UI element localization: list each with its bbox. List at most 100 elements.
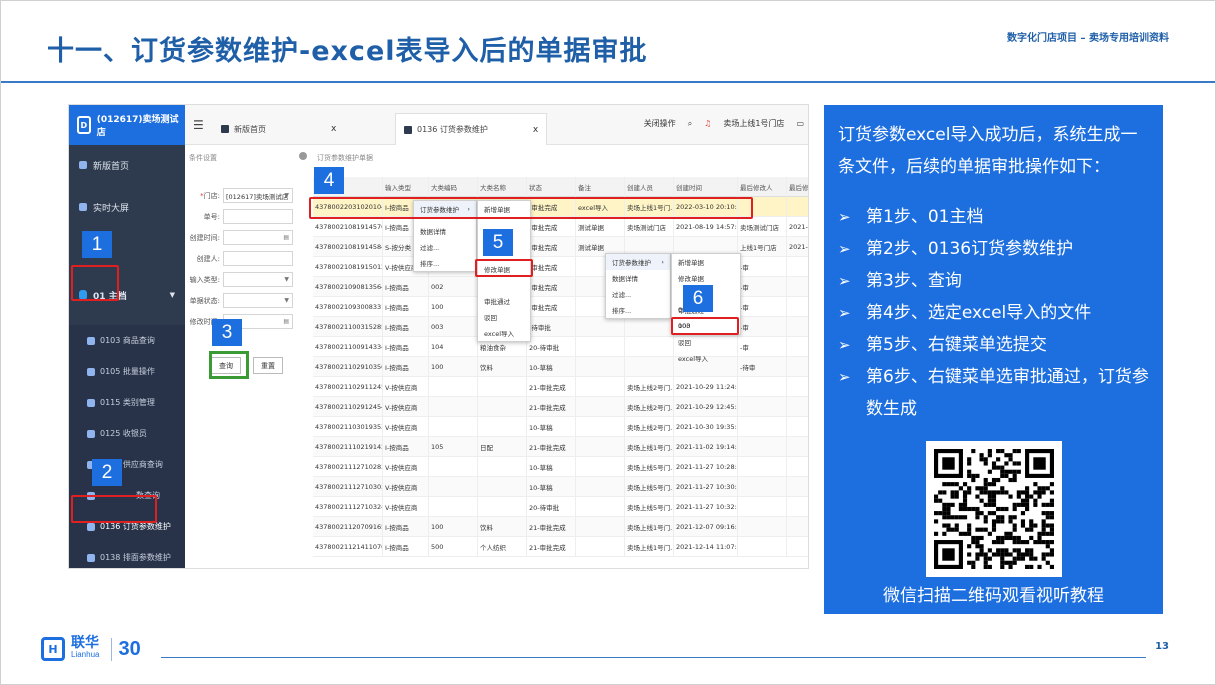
tab-0136[interactable]: 0136 订货参数维护 x bbox=[395, 113, 548, 145]
column-header[interactable]: 大类编码 bbox=[429, 177, 478, 197]
qr-module bbox=[996, 477, 1001, 483]
table-cell: V-按供应商 bbox=[383, 397, 429, 417]
table-row[interactable]: 437800211207091651 I-按商品 100 饮料 21-审批完成 卖场上线1… bbox=[313, 517, 808, 537]
sidebar-item-home[interactable]: 新版首页 bbox=[69, 147, 185, 183]
submenu-reject[interactable]: 驳回 bbox=[672, 334, 740, 350]
qr-module bbox=[996, 465, 1001, 470]
table-row[interactable]: 437800211102191423 I-按商品 105 日配 21-审批完成 卖场上线1… bbox=[313, 437, 808, 457]
hamburger-icon[interactable]: ☰ bbox=[193, 118, 204, 132]
sidebar-subitem-0115[interactable]: 0115 类别管理 bbox=[69, 387, 185, 418]
table-row[interactable]: 437800211127103037 V-按供应商 10-草稿 卖场上线5号门... 2… bbox=[313, 477, 808, 497]
qr-module bbox=[1033, 556, 1038, 561]
sidebar-item-dashboard[interactable]: 实时大屏 bbox=[69, 189, 185, 225]
bell-icon[interactable]: ♫ bbox=[704, 119, 711, 128]
sidebar-subitem-0105[interactable]: 0105 批量操作 bbox=[69, 356, 185, 387]
qr-module bbox=[954, 490, 959, 495]
qr-module bbox=[1041, 540, 1046, 545]
creator-input[interactable] bbox=[223, 251, 293, 266]
status-select[interactable]: ▼ bbox=[223, 293, 293, 308]
created-date-input[interactable]: ▤ bbox=[223, 230, 293, 245]
screen-icon[interactable]: ▭ bbox=[796, 119, 804, 128]
qr-module bbox=[1008, 453, 1013, 458]
context-item-filter[interactable]: 过滤... bbox=[606, 286, 670, 302]
step-marker-3: 3 bbox=[212, 319, 242, 346]
submenu-edit[interactable]: 修改单据 bbox=[672, 270, 740, 286]
qr-module bbox=[971, 560, 976, 565]
qr-module bbox=[942, 511, 947, 516]
store-header[interactable]: D (012617)卖场测试店 bbox=[69, 105, 185, 145]
submenu-excel-import[interactable]: excel导入 bbox=[478, 325, 530, 341]
table-cell bbox=[625, 357, 674, 377]
menu-item-icon bbox=[87, 429, 95, 438]
qr-finder-mark bbox=[942, 548, 955, 561]
qr-module bbox=[942, 523, 947, 528]
column-header[interactable]: 输入类型 bbox=[383, 177, 429, 197]
table-row[interactable]: 437800211029112453 V-按供应商 21-审批完成 卖场上线2号门..… bbox=[313, 377, 808, 397]
condition-panel-title: 条件设置 bbox=[189, 154, 217, 162]
user-name[interactable]: 卖场上线1号门店 bbox=[723, 118, 784, 129]
search-icon[interactable]: ⌕ bbox=[688, 119, 692, 129]
close-icon[interactable]: x bbox=[331, 124, 336, 134]
sidebar-subitem-0138[interactable]: 0138 排面参数维护 bbox=[69, 542, 185, 568]
table-row[interactable]: 437800211127103245 V-按供应商 20-待审批 卖场上线5号门...… bbox=[313, 497, 808, 517]
table-row[interactable]: 437800210819145709 I-按商品 -审批完成 测试单据 卖场测试门店 20… bbox=[313, 217, 808, 237]
anniversary-mark: 30 bbox=[111, 637, 141, 661]
submenu-approve[interactable]: 审批通过 bbox=[478, 293, 530, 309]
column-header[interactable]: 最后修改人 bbox=[738, 177, 787, 197]
table-cell bbox=[787, 497, 808, 517]
column-header[interactable]: 创建时间 bbox=[674, 177, 738, 197]
sidebar-subitem-0135[interactable]: 0135 供应商查询 bbox=[69, 449, 185, 480]
submenu-excel-import[interactable]: excel导入 bbox=[672, 350, 740, 366]
column-header[interactable]: 最后修改 bbox=[787, 177, 808, 197]
qr-module bbox=[1041, 527, 1046, 532]
qr-module bbox=[1012, 473, 1017, 478]
qr-module bbox=[1016, 535, 1021, 541]
qr-module bbox=[962, 490, 968, 495]
table-cell: 个人纺织 bbox=[478, 537, 527, 557]
qr-module bbox=[979, 535, 984, 541]
context-item-filter[interactable]: 过滤... bbox=[414, 239, 476, 255]
store-select[interactable]: [012617]卖场测试店 ▼ bbox=[223, 188, 293, 203]
menu-item-icon bbox=[87, 367, 95, 376]
table-row[interactable]: 437800211127102836 V-按供应商 10-草稿 卖场上线5号门... 2… bbox=[313, 457, 808, 477]
qr-module bbox=[1004, 473, 1009, 478]
qr-module bbox=[1037, 535, 1042, 541]
qr-module bbox=[979, 490, 984, 495]
table-row[interactable]: 437800211214110703 I-按商品 500 个人纺织 21-审批完成 卖场上… bbox=[313, 537, 808, 557]
qr-module bbox=[987, 494, 992, 499]
slide: 十一、订货参数维护-excel表导入后的单据审批 数字化门店项目 – 卖场专用培… bbox=[0, 0, 1216, 685]
close-all-menu[interactable]: 关闭操作 bbox=[644, 118, 676, 129]
column-header[interactable]: 状态 bbox=[527, 177, 576, 197]
context-item-sort[interactable]: 排序... bbox=[606, 302, 670, 318]
qr-finder-mark bbox=[1033, 457, 1046, 470]
input-type-select[interactable]: ▼ bbox=[223, 272, 293, 287]
table-row[interactable]: 437800211029124547 V-按供应商 21-审批完成 卖场上线2号门..… bbox=[313, 397, 808, 417]
submenu-new[interactable]: 新增单据 bbox=[672, 254, 740, 270]
context-item-sort[interactable]: 排序... bbox=[414, 255, 476, 271]
qr-module bbox=[1000, 469, 1005, 474]
form-row-number: 单号: bbox=[187, 206, 311, 227]
number-input[interactable] bbox=[223, 209, 293, 224]
qr-module bbox=[1025, 494, 1030, 499]
column-header[interactable]: 备注 bbox=[576, 177, 625, 197]
table-cell bbox=[787, 417, 808, 437]
reset-button[interactable]: 重置 bbox=[253, 357, 283, 374]
qr-module bbox=[991, 465, 997, 470]
context-item-order-param[interactable]: 订货参数维护 › bbox=[606, 254, 670, 270]
collapse-toggle-icon[interactable] bbox=[299, 152, 307, 160]
qr-module bbox=[1025, 552, 1030, 557]
context-item-details[interactable]: 数据详情 bbox=[606, 270, 670, 286]
sidebar-subitem-0103[interactable]: 0103 商品查询 bbox=[69, 325, 185, 356]
close-icon[interactable]: x bbox=[533, 125, 538, 135]
tab-home[interactable]: 新版首页 x bbox=[213, 113, 344, 145]
table-row[interactable]: 437800211030193533 V-按供应商 10-草稿 卖场上线2号门... 2… bbox=[313, 417, 808, 437]
qr-module bbox=[991, 523, 997, 528]
column-header[interactable]: 大类名称 bbox=[478, 177, 527, 197]
qr-module bbox=[958, 515, 963, 520]
qr-module bbox=[950, 494, 955, 499]
sidebar-subitem-0125[interactable]: 0125 收银员 bbox=[69, 418, 185, 449]
qr-module bbox=[1000, 515, 1005, 520]
column-header[interactable]: 创建人员 bbox=[625, 177, 674, 197]
context-item-details[interactable]: 数据详情 bbox=[414, 223, 476, 239]
submenu-reject[interactable]: 驳回 bbox=[478, 309, 530, 325]
